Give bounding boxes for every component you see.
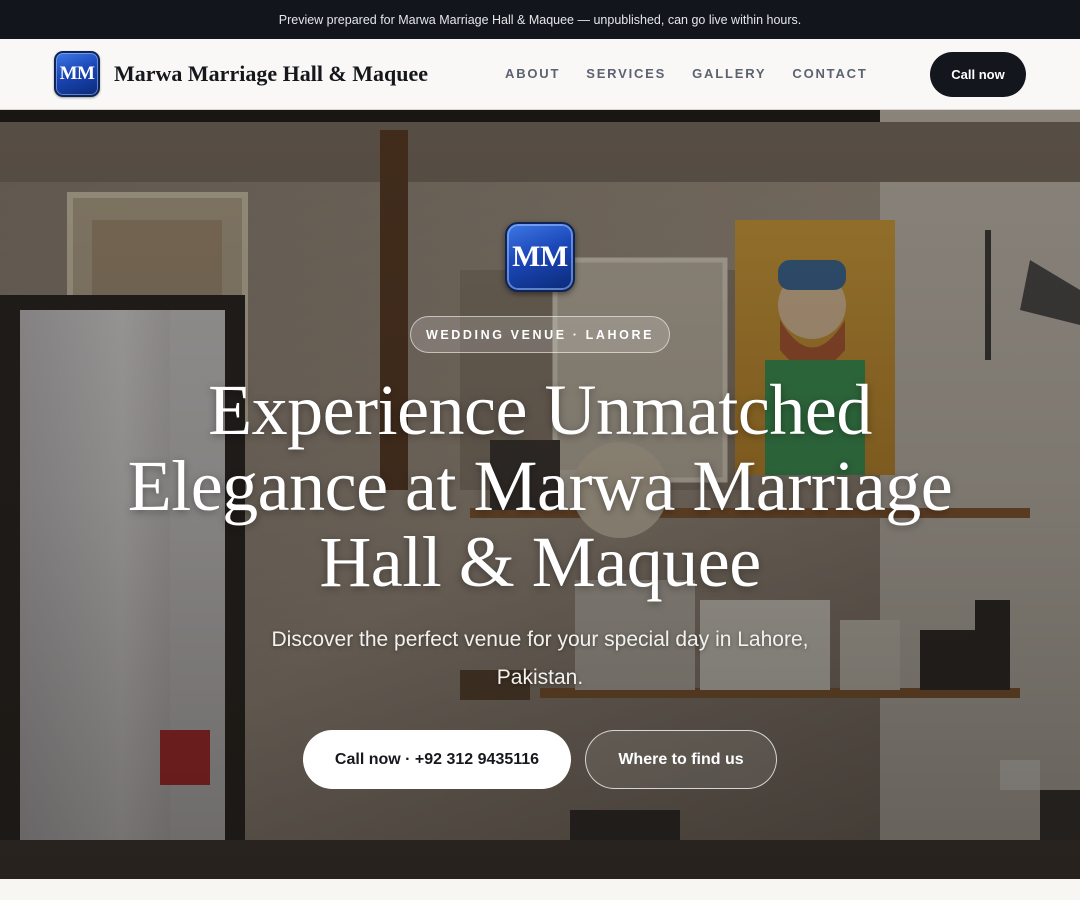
brand-logo[interactable]: MM [54,51,100,97]
hero-logo-initials: MM [512,240,568,273]
nav-link-gallery[interactable]: GALLERY [692,66,766,81]
next-section-edge [0,879,1080,900]
nav-link-about[interactable]: ABOUT [505,66,560,81]
header-call-now-button[interactable]: Call now [930,52,1026,97]
nav-link-services[interactable]: SERVICES [586,66,666,81]
hero-subtitle: Discover the perfect venue for your spec… [271,628,809,689]
call-now-phone-button[interactable]: Call now · +92 312 9435116 [303,730,571,789]
nav-link-contact[interactable]: CONTACT [792,66,867,81]
brand-name[interactable]: Marwa Marriage Hall & Maquee [114,61,428,87]
preview-banner: Preview prepared for Marwa Marriage Hall… [0,0,1080,39]
brand-logo-initials: MM [59,63,95,84]
site-header: MM Marwa Marriage Hall & Maquee ABOUT SE… [0,39,1080,110]
where-to-find-us-button[interactable]: Where to find us [585,730,777,789]
hero-logo-badge: MM [505,222,575,292]
preview-banner-text: Preview prepared for Marwa Marriage Hall… [278,12,802,27]
hero-category-pill: WEDDING VENUE · LAHORE [410,316,670,353]
hero-title: Experience Unmatched Elegance at Marwa M… [127,370,953,602]
main-nav: ABOUT SERVICES GALLERY CONTACT [505,66,894,81]
hero-section: MM WEDDING VENUE · LAHORE Experience Unm… [0,110,1080,879]
